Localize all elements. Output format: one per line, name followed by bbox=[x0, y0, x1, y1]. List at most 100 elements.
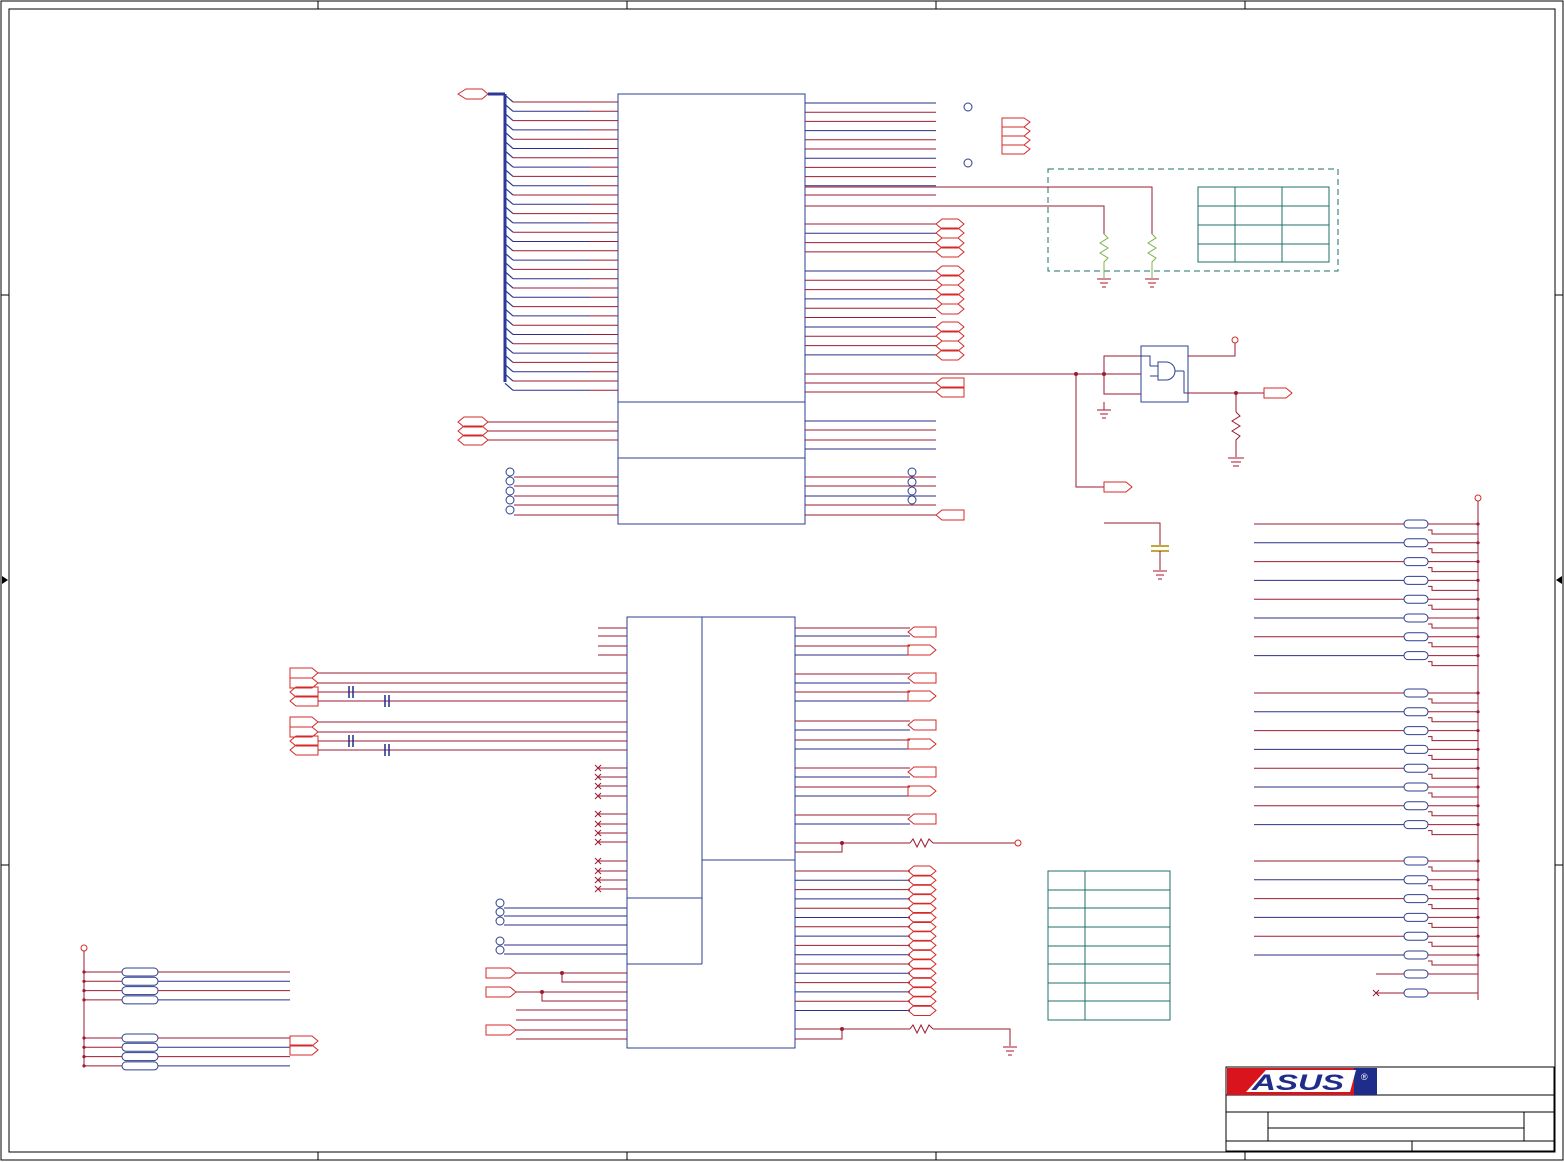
lower-ic-left-wires bbox=[598, 627, 627, 890]
pull-down-resistor-icon bbox=[1231, 411, 1241, 457]
pullup-wire bbox=[1428, 567, 1478, 573]
schematic-sheet: ASUS ® bbox=[0, 0, 1564, 1161]
config-table bbox=[1047, 870, 1171, 1021]
resistor-network-icon bbox=[1403, 744, 1429, 754]
pullup-wire bbox=[1428, 529, 1478, 535]
capacitor-icon bbox=[348, 686, 390, 756]
bottom-left-resistor-networks bbox=[82, 967, 290, 1071]
lower-ic-right-wires bbox=[795, 627, 910, 1011]
junction-dot bbox=[1476, 953, 1480, 957]
resistor-network-icon bbox=[121, 1061, 159, 1071]
off-page-connector-icon bbox=[907, 644, 937, 656]
resistor-network-icon bbox=[1403, 707, 1429, 717]
strap-wires bbox=[805, 186, 1153, 234]
test-point-icon bbox=[963, 158, 973, 168]
lower-ic-right-ports bbox=[907, 626, 937, 1016]
resistor-network-icon bbox=[1403, 950, 1429, 960]
pullup-wire bbox=[1428, 792, 1478, 798]
off-page-connector-icon bbox=[907, 967, 937, 979]
test-point-icon bbox=[907, 486, 917, 496]
off-page-connector-icon bbox=[935, 303, 965, 315]
diff-input-ports bbox=[289, 667, 319, 756]
pullup-wire bbox=[1428, 885, 1478, 891]
off-page-connector-icon bbox=[907, 930, 937, 942]
off-page-connector-icon bbox=[907, 766, 937, 778]
test-point-icon bbox=[505, 495, 515, 505]
pullup-wire bbox=[1428, 922, 1478, 928]
lower-left-tp-wires bbox=[504, 907, 627, 955]
resistor-network-icon bbox=[121, 1052, 159, 1062]
junction-dot bbox=[82, 1036, 86, 1040]
resistor-network-icon bbox=[1403, 575, 1429, 585]
bus-port-connector-icon bbox=[457, 88, 489, 100]
pullup-wire bbox=[1428, 717, 1478, 723]
junction-dot bbox=[1476, 654, 1480, 658]
test-point-icon bbox=[505, 486, 515, 496]
resistor-network-icon bbox=[1403, 632, 1429, 642]
diff-input-wires bbox=[318, 672, 627, 751]
pullup-wire bbox=[1428, 642, 1478, 648]
test-point-icon bbox=[907, 467, 917, 477]
pullup-wire bbox=[1428, 811, 1478, 817]
junction-dots bbox=[1074, 372, 1238, 395]
strap-table bbox=[1197, 186, 1330, 263]
ic-lower bbox=[626, 616, 796, 1049]
resistor-network-icon bbox=[1403, 538, 1429, 548]
resistor-network-icon bbox=[1403, 782, 1429, 792]
resistor-network-icon bbox=[121, 1042, 159, 1052]
resistor-network-icon bbox=[1403, 820, 1429, 830]
junction-dot bbox=[1476, 785, 1480, 789]
zone-arrow-right bbox=[1556, 576, 1562, 584]
off-page-connector-icon bbox=[907, 690, 937, 702]
junction-dot bbox=[82, 1055, 86, 1059]
resistor-network-icon bbox=[1403, 969, 1429, 979]
power-test-point-icon bbox=[1231, 336, 1239, 344]
junction-dot bbox=[82, 989, 86, 993]
off-page-connector-icon bbox=[907, 939, 937, 951]
off-page-connector-icon bbox=[907, 1005, 937, 1016]
pullup-wire bbox=[1428, 585, 1478, 591]
resistor-network-icon bbox=[1403, 912, 1429, 922]
registered-mark: ® bbox=[1361, 1072, 1368, 1082]
lower-left-ports bbox=[485, 967, 517, 1036]
junction-dot bbox=[1476, 878, 1480, 882]
strap-option-region bbox=[1047, 168, 1339, 272]
junction-dot bbox=[82, 979, 86, 983]
off-page-connector-icon bbox=[935, 509, 965, 521]
off-page-connector-icon bbox=[907, 893, 937, 905]
test-point-icon bbox=[505, 505, 515, 515]
off-page-connector-icon bbox=[907, 884, 937, 896]
resistor-network-icon bbox=[1403, 856, 1429, 866]
junction-dot bbox=[1476, 823, 1480, 827]
power-test-point-icon bbox=[80, 944, 88, 952]
upper-ic-left-wires bbox=[513, 101, 618, 391]
off-page-connector-icon bbox=[907, 921, 937, 933]
junction-dot bbox=[1476, 616, 1480, 620]
junction-dot bbox=[1476, 578, 1480, 583]
pullup-wire bbox=[1428, 941, 1478, 947]
off-page-connector-icon bbox=[907, 949, 937, 961]
test-point-icon bbox=[505, 467, 515, 477]
junction-dot bbox=[1476, 934, 1480, 938]
off-page-connector-icon bbox=[907, 912, 937, 923]
junction-dot bbox=[1476, 691, 1480, 695]
resistor-network-icon bbox=[1403, 763, 1429, 773]
resistor-network-icon bbox=[1403, 894, 1429, 904]
resistor-network-icon bbox=[1403, 875, 1429, 885]
pullup-wire bbox=[1428, 960, 1478, 966]
resistor-network-icon bbox=[121, 986, 159, 996]
bus-entry bbox=[504, 382, 514, 391]
junction-dot bbox=[82, 1045, 86, 1049]
resistor-network-icon bbox=[1403, 688, 1429, 698]
junction-dot bbox=[1476, 729, 1480, 733]
pullup-wire bbox=[1428, 661, 1478, 667]
no-connect-marks bbox=[594, 764, 602, 893]
off-page-connector-icon bbox=[907, 626, 937, 638]
decoupling-capacitor bbox=[1104, 522, 1169, 580]
junction-dot bbox=[1476, 635, 1480, 639]
right-resistor-networks bbox=[1254, 519, 1480, 998]
off-page-connector-icon bbox=[907, 958, 937, 970]
resistor-network-icon bbox=[1403, 594, 1429, 604]
lower-left-test-points bbox=[495, 898, 505, 955]
pullup-wire bbox=[1428, 736, 1478, 742]
